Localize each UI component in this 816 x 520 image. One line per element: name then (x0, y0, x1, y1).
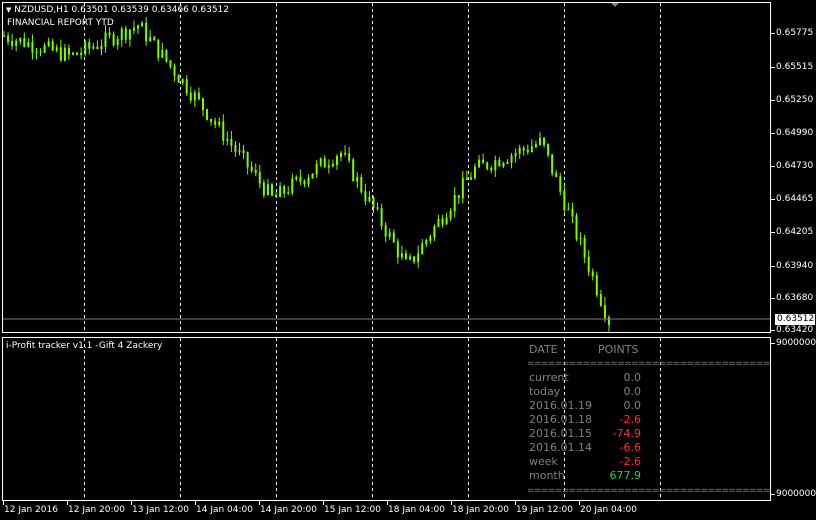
price-axis-label: 0.63680 (776, 293, 814, 303)
symbol-ohlc-text: NZDUSD,H1 0.63501 0.63539 0.63466 0.6351… (14, 5, 229, 15)
time-axis-label: 14 Jan 04:00 (196, 505, 253, 515)
report-header-points: POINTS (598, 343, 639, 356)
time-axis-label: 19 Jan 12:00 (516, 505, 573, 515)
price-axis-tick (771, 298, 775, 299)
indicator-axis-tick (771, 343, 775, 344)
price-axis-label: 0.64730 (776, 161, 814, 171)
report-title: FINANCIAL REPORT YTD (7, 18, 114, 28)
time-axis-label: 12 Jan 2016 (4, 505, 58, 515)
report-row-value: 0.0 (623, 371, 642, 384)
price-axis-label: 0.64465 (776, 194, 814, 204)
price-axis-label: 0.64990 (776, 128, 814, 138)
price-axis-label: 0.63420 (776, 325, 814, 335)
price-axis-tick (771, 330, 775, 331)
time-axis-label: 15 Jan 12:00 (324, 505, 381, 515)
report-row-value: -6.6 (619, 441, 641, 454)
report-separator-top: =================================== (527, 359, 771, 369)
chart-shift-marker-icon[interactable] (611, 3, 619, 7)
time-axis-label: 20 Jan 04:00 (580, 505, 637, 515)
price-axis-tick (771, 199, 775, 200)
price-axis-tick (771, 100, 775, 101)
report-row-value: 0.0 (623, 399, 642, 412)
indicator-title: i-Profit tracker v1.1 -Gift 4 Zackery (6, 341, 163, 351)
symbol-dropdown-icon[interactable]: ▼ (6, 6, 11, 14)
price-chart-plot (3, 3, 770, 501)
price-axis-tick (771, 67, 775, 68)
report-row-value: 677.9 (609, 469, 642, 482)
price-axis-label: 0.65250 (776, 95, 814, 105)
price-axis-label: 0.64205 (776, 227, 814, 237)
time-axis-label: 18 Jan 04:00 (388, 505, 445, 515)
price-axis-tick (771, 166, 775, 167)
price-axis-label: 0.65515 (776, 62, 814, 72)
report-separator-bottom: =================================== (527, 486, 771, 496)
price-axis-tick (771, 232, 775, 233)
time-axis-label: 12 Jan 20:00 (68, 505, 125, 515)
time-axis-label: 13 Jan 12:00 (132, 505, 189, 515)
price-axis-label: 0.63940 (776, 261, 814, 271)
price-axis-tick (771, 133, 775, 134)
indicator-axis-top-label: 9000000 (776, 338, 816, 348)
report-row-value: -2.6 (619, 413, 641, 426)
time-axis-label: 14 Jan 20:00 (260, 505, 317, 515)
current-price-badge: 0.63512 (775, 314, 815, 325)
report-header-date: DATE (529, 343, 558, 356)
price-axis-label: 0.65775 (776, 28, 814, 38)
indicator-axis-bottom-label: 90000000 (776, 489, 816, 499)
report-row-label: today (529, 385, 561, 398)
time-axis-label: 18 Jan 20:00 (452, 505, 509, 515)
price-axis-tick (771, 33, 775, 34)
report-row-label: week (529, 455, 558, 468)
symbol-header: ▼ NZDUSD,H1 0.63501 0.63539 0.63466 0.63… (6, 5, 229, 16)
price-axis-tick (771, 266, 775, 267)
report-row-value: 0.0 (623, 385, 642, 398)
report-row-value: -74.9 (612, 427, 641, 440)
report-row-value: -2.6 (619, 455, 641, 468)
indicator-axis-tick (771, 494, 775, 495)
